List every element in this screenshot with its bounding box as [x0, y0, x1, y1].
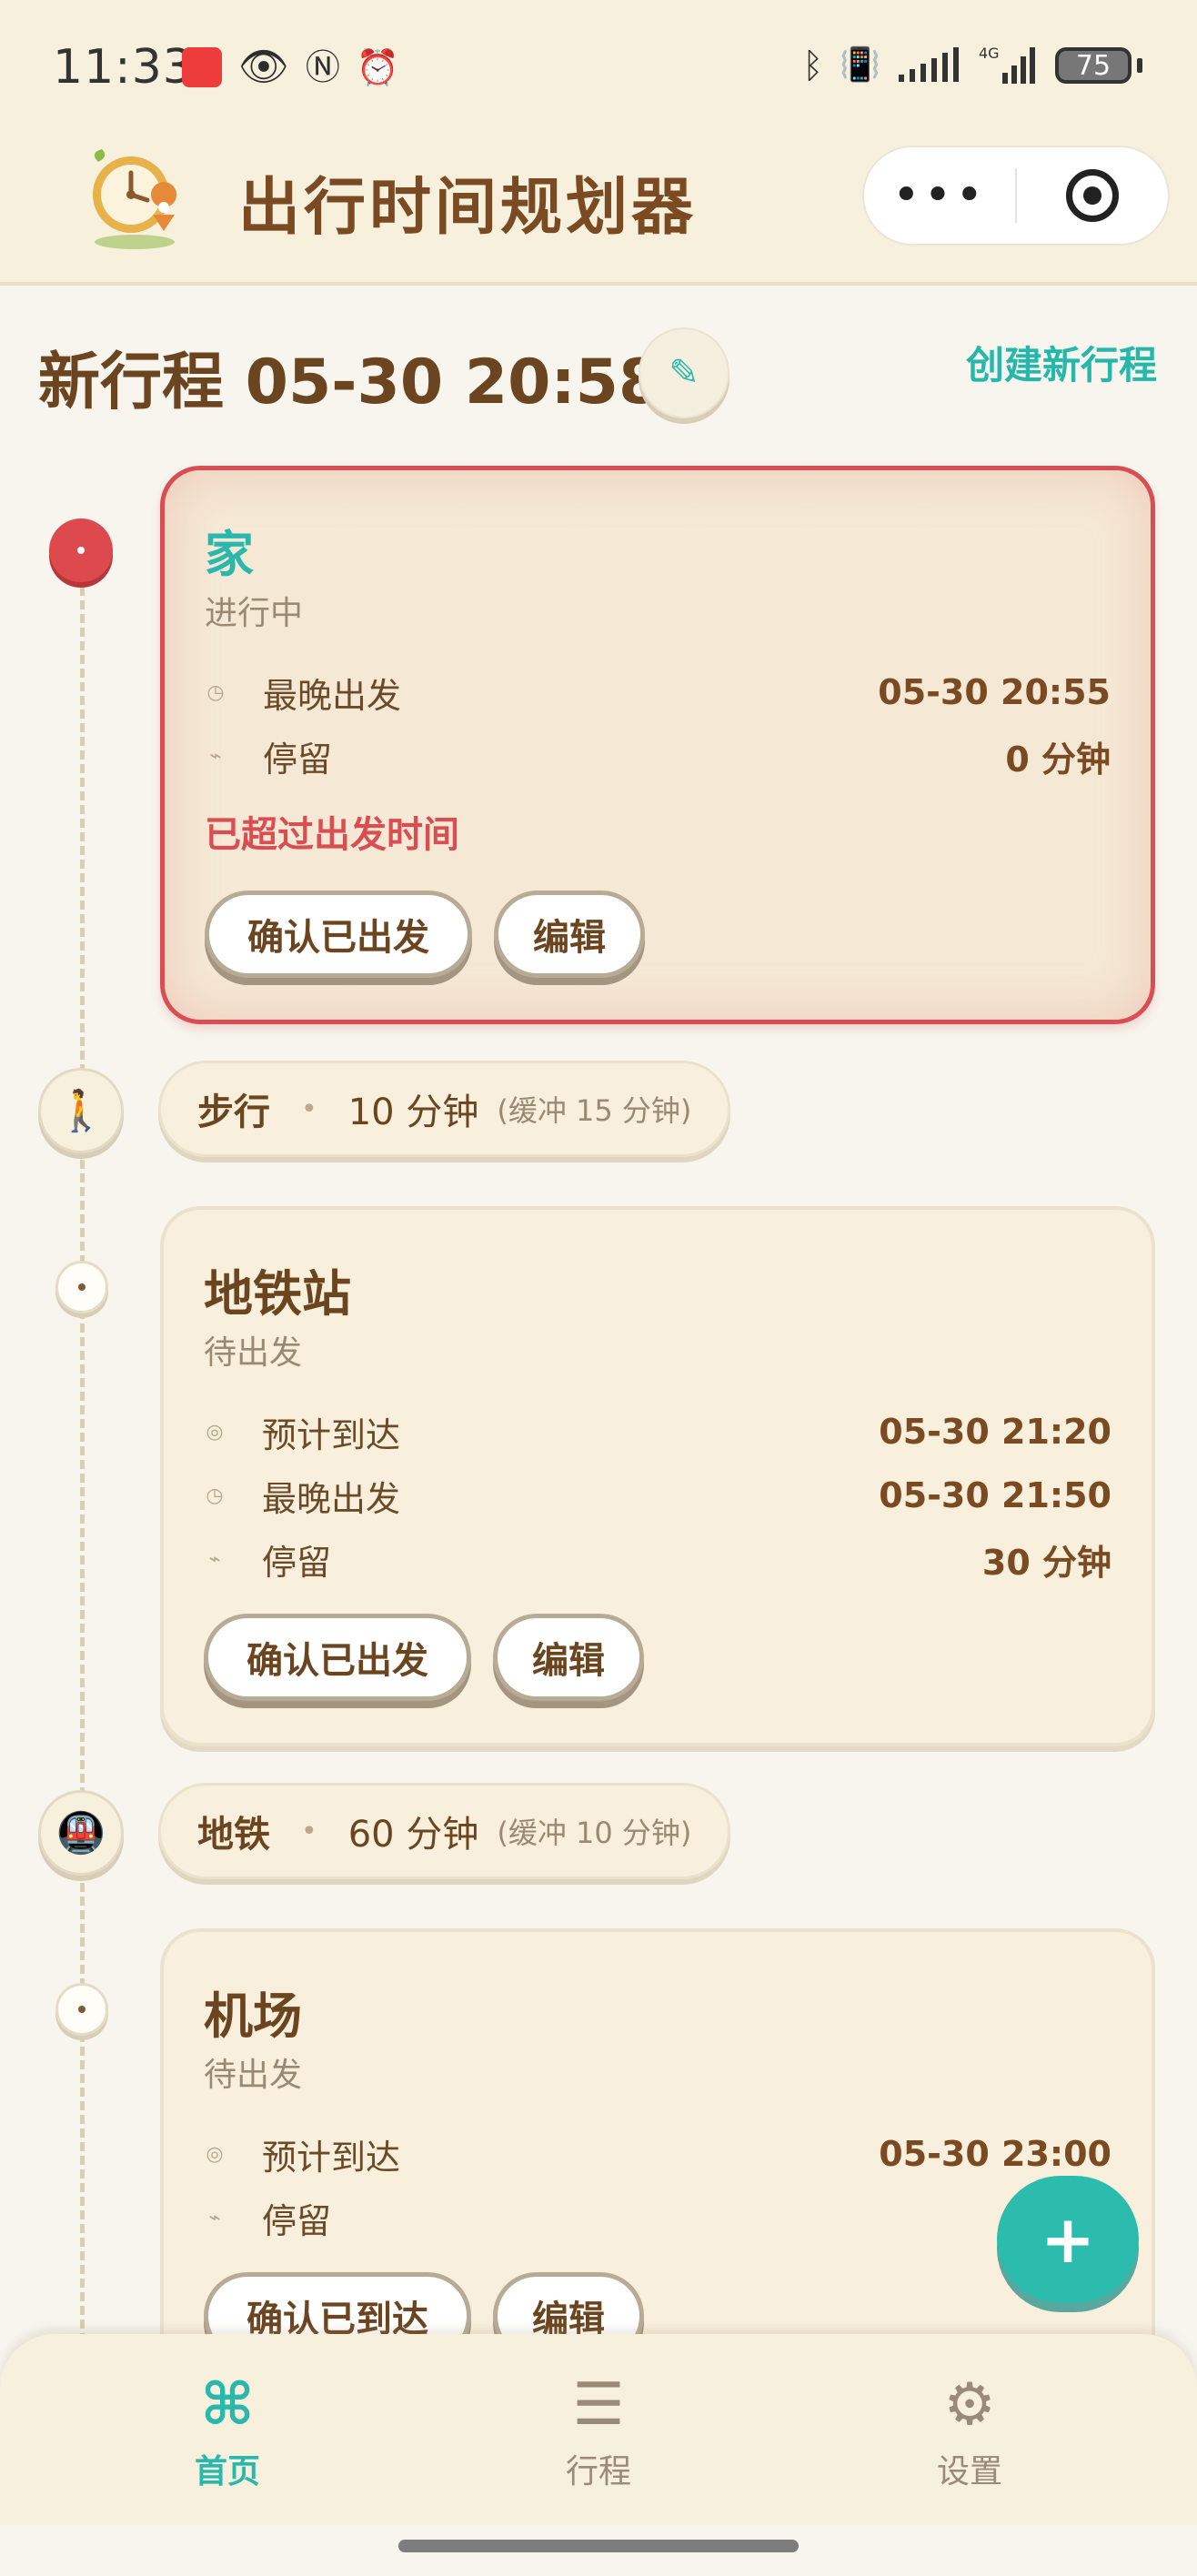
- mini-program-capsule: •••: [862, 146, 1170, 246]
- info-row-eta: ◎ 预计到达 05-30 23:00: [204, 2128, 1112, 2179]
- leg-mode: 步行: [197, 1092, 270, 1133]
- status-bar: 11:33 👁 Ⓝ ⏰ ᛒ 📳 4G 75: [0, 0, 1197, 136]
- info-row-eta: ◎ 预计到达 05-30 21:20: [204, 1406, 1112, 1457]
- leg-pill-subway[interactable]: 地铁 • 60 分钟 (缓冲 10 分钟): [158, 1783, 731, 1879]
- bottom-nav: ⌘ 首页 ☰ 行程 ⚙ 设置: [0, 2334, 1197, 2525]
- row-label: 最晚出发: [263, 675, 402, 716]
- 4g-signal-icon: 4G: [979, 45, 1035, 84]
- nfc-icon: Ⓝ: [305, 47, 340, 87]
- stay-icon: ⌁: [208, 1547, 221, 1571]
- leg-buffer: (缓冲 15 分钟): [497, 1093, 692, 1128]
- arrival-icon: ◎: [206, 2142, 224, 2166]
- more-button[interactable]: •••: [864, 168, 1015, 223]
- stop-card-home: 家 进行中 ◷ 最晚出发 05-30 20:55 ⌁ 停留 0 分钟 已超过出发…: [160, 466, 1155, 1024]
- row-value: 05-30 20:55: [878, 672, 1111, 712]
- subway-icon: 🚇: [55, 1810, 106, 1857]
- nav-trips[interactable]: ☰ 行程: [508, 2370, 689, 2492]
- bluetooth-icon: ᛒ: [802, 45, 824, 86]
- edit-button[interactable]: 编辑: [493, 1614, 644, 1701]
- confirm-departed-button[interactable]: 确认已出发: [204, 1614, 471, 1701]
- leg-buffer: (缓冲 10 分钟): [497, 1816, 692, 1850]
- timeline-node-pending: [55, 1983, 108, 2036]
- row-value: 30 分钟: [981, 1542, 1112, 1583]
- arrival-icon: ◎: [206, 1420, 224, 1444]
- huawei-app-icon: [182, 47, 222, 87]
- vibrate-icon: 📳: [840, 46, 880, 84]
- info-row-stay: ⌁ 停留: [204, 2192, 1112, 2243]
- battery-indicator: 75: [1055, 47, 1132, 84]
- leg-pill-walking[interactable]: 步行 • 10 分钟 (缓冲 15 分钟): [158, 1061, 731, 1157]
- row-value: 05-30 21:20: [879, 1412, 1112, 1452]
- status-right-icons: ᛒ 📳 4G 75: [802, 45, 1142, 86]
- confirm-departed-button[interactable]: 确认已出发: [205, 891, 472, 978]
- leg-separator: •: [301, 1092, 317, 1125]
- add-stop-fab[interactable]: +: [997, 2176, 1139, 2303]
- stop-status: 进行中: [205, 595, 304, 632]
- pencil-icon: ✎: [669, 352, 699, 394]
- app-header: 出行时间规划器 •••: [0, 136, 1197, 286]
- eye-icon: 👁: [238, 44, 289, 90]
- card-actions: 确认已出发 编辑: [204, 1614, 644, 1701]
- clock-icon: ◷: [206, 680, 225, 704]
- timeline-node-active: [49, 518, 113, 582]
- timeline-node-pending: [55, 1261, 108, 1313]
- row-label: 预计到达: [262, 1414, 401, 1455]
- battery-tip: [1137, 58, 1142, 73]
- leg-separator: •: [301, 1815, 317, 1847]
- alarm-icon: ⏰: [356, 47, 400, 87]
- row-label: 停留: [263, 739, 333, 780]
- gear-icon: ⚙: [943, 2371, 996, 2439]
- signal-icon: [899, 47, 959, 82]
- info-row-latest-departure: ◷ 最晚出发 05-30 21:50: [204, 1470, 1112, 1521]
- row-value: 0 分钟: [1005, 739, 1111, 780]
- row-value: 05-30 21:50: [879, 1475, 1112, 1515]
- clock-location-logo: [93, 149, 177, 249]
- stop-status: 待出发: [204, 2057, 303, 2094]
- clock-icon: ◷: [206, 1484, 224, 1507]
- stop-name: 机场: [204, 1987, 302, 2045]
- gesture-bar: [0, 2525, 1197, 2576]
- row-value: 05-30 23:00: [879, 2134, 1112, 2174]
- nav-home[interactable]: ⌘ 首页: [136, 2370, 318, 2492]
- overdue-warning: 已超过出发时间: [205, 814, 459, 856]
- close-button[interactable]: [1017, 169, 1168, 222]
- row-label: 预计到达: [262, 2137, 401, 2178]
- nav-label: 行程: [565, 2453, 631, 2490]
- leg-duration: 60 分钟: [347, 1814, 479, 1856]
- timeline-line: [80, 546, 85, 2383]
- row-label: 停留: [262, 2200, 332, 2241]
- nav-label: 首页: [194, 2453, 260, 2490]
- stay-icon: ⌁: [208, 2206, 221, 2229]
- walking-icon-node: 🚶: [38, 1068, 124, 1153]
- svg-text:4G: 4G: [979, 45, 1000, 62]
- nav-label: 设置: [936, 2453, 1002, 2490]
- row-label: 最晚出发: [262, 1478, 401, 1519]
- status-left-icons: 👁 Ⓝ ⏰: [182, 47, 399, 87]
- target-icon: [1065, 169, 1119, 222]
- create-new-trip-link[interactable]: 创建新行程: [966, 335, 1157, 390]
- subway-icon-node: 🚇: [38, 1790, 124, 1876]
- app-title: 出行时间规划器: [238, 172, 698, 244]
- info-row-stay: ⌁ 停留 30 分钟: [204, 1534, 1112, 1585]
- stop-name: 地铁站: [204, 1265, 351, 1323]
- edit-button[interactable]: 编辑: [494, 891, 645, 978]
- stop-card-metro-station: 地铁站 待出发 ◎ 预计到达 05-30 21:20 ◷ 最晚出发 05-30 …: [160, 1206, 1155, 1746]
- stop-name: 家: [205, 526, 254, 583]
- walking-icon: 🚶: [55, 1088, 106, 1134]
- command-icon: ⌘: [200, 2371, 255, 2439]
- status-time: 11:33: [53, 40, 194, 95]
- stay-icon: ⌁: [209, 744, 222, 768]
- card-actions: 确认已出发 编辑: [205, 891, 645, 978]
- stop-status: 待出发: [204, 1334, 303, 1372]
- leg-duration: 10 分钟: [347, 1092, 479, 1133]
- list-icon: ☰: [572, 2371, 625, 2439]
- leg-mode: 地铁: [197, 1814, 270, 1856]
- edit-trip-title-button[interactable]: ✎: [639, 327, 729, 418]
- info-row-latest-departure: ◷ 最晚出发 05-30 20:55: [205, 667, 1111, 718]
- nav-settings[interactable]: ⚙ 设置: [879, 2370, 1061, 2492]
- trip-title: 新行程 05-30 20:58: [38, 347, 662, 418]
- info-row-stay: ⌁ 停留 0 分钟: [205, 730, 1111, 781]
- row-label: 停留: [262, 1542, 332, 1583]
